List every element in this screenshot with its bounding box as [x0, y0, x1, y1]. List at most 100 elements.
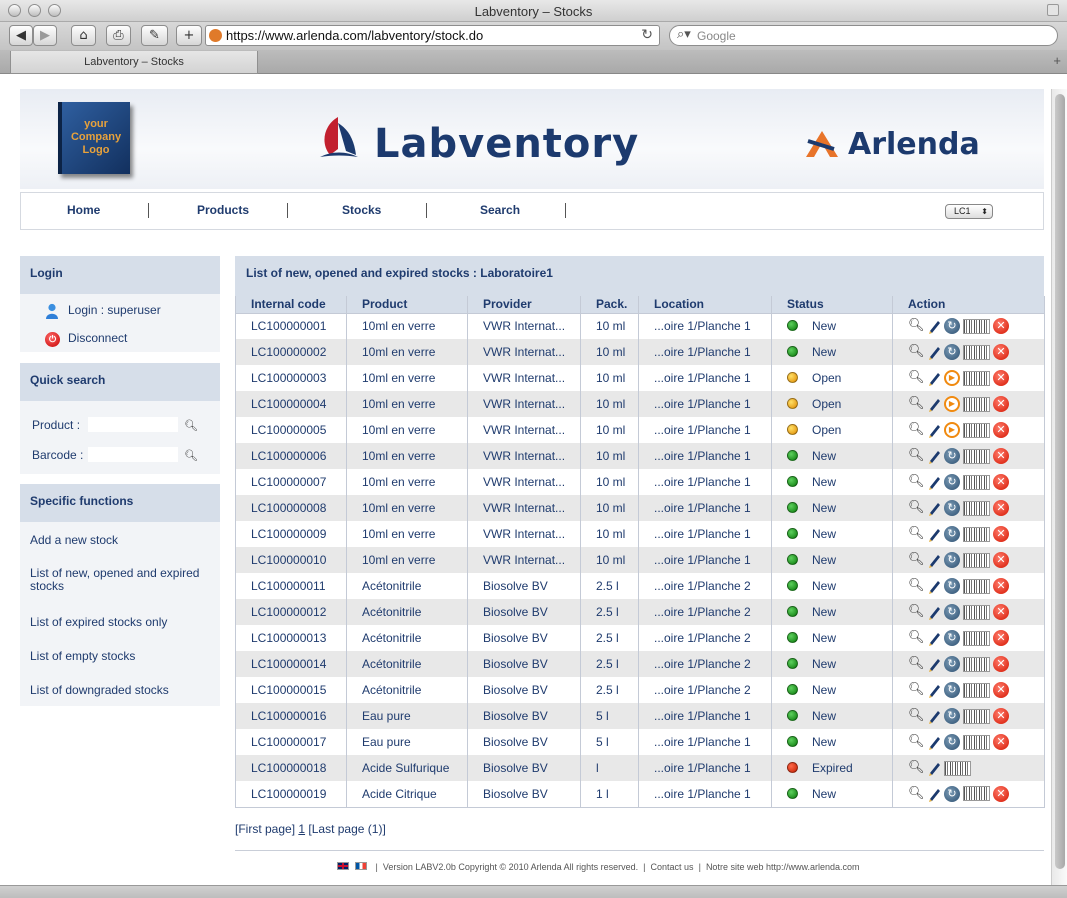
- new-tab-icon[interactable]: +: [1053, 53, 1061, 68]
- delete-icon[interactable]: ✕: [993, 370, 1009, 386]
- barcode-icon[interactable]: [963, 474, 990, 490]
- cell-location[interactable]: ...oire 1/Planche 1: [638, 521, 772, 547]
- cell-product[interactable]: Eau pure: [346, 703, 468, 729]
- add-stock-link[interactable]: Add a new stock: [30, 533, 118, 547]
- edit-icon[interactable]: [927, 734, 941, 750]
- add-bookmark-button[interactable]: +: [176, 25, 202, 46]
- cell-product[interactable]: 10ml en verre: [346, 521, 468, 547]
- cell-location[interactable]: ...oire 1/Planche 1: [638, 729, 772, 755]
- delete-icon[interactable]: ✕: [993, 526, 1009, 542]
- barcode-icon[interactable]: [963, 656, 990, 672]
- refresh-stock-icon[interactable]: ↻: [944, 604, 960, 620]
- delete-icon[interactable]: ✕: [993, 734, 1009, 750]
- cell-product[interactable]: 10ml en verre: [346, 313, 468, 339]
- barcode-icon[interactable]: [963, 786, 990, 802]
- list-empty-link[interactable]: List of empty stocks: [30, 649, 135, 663]
- cell-internal-code[interactable]: LC100000006: [235, 443, 347, 469]
- cell-internal-code[interactable]: LC100000002: [235, 339, 347, 365]
- view-magnifier-icon[interactable]: 🔍︎: [908, 448, 925, 464]
- cell-product[interactable]: 10ml en verre: [346, 417, 468, 443]
- cell-provider[interactable]: Biosolve BV: [467, 703, 581, 729]
- cell-location[interactable]: ...oire 1/Planche 2: [638, 677, 772, 703]
- column-header[interactable]: Internal code: [235, 296, 347, 314]
- cell-provider[interactable]: VWR Internat...: [467, 495, 581, 521]
- cell-provider[interactable]: VWR Internat...: [467, 443, 581, 469]
- english-flag-icon[interactable]: [337, 862, 349, 870]
- view-magnifier-icon[interactable]: 🔍︎: [908, 396, 925, 412]
- cell-location[interactable]: ...oire 1/Planche 1: [638, 703, 772, 729]
- address-bar[interactable]: https://www.arlenda.com/labventory/stock…: [205, 25, 660, 46]
- refresh-stock-icon[interactable]: ↻: [944, 785, 960, 802]
- cell-provider[interactable]: Biosolve BV: [467, 677, 581, 703]
- refresh-stock-icon[interactable]: ↻: [944, 682, 960, 698]
- cell-product[interactable]: 10ml en verre: [346, 547, 468, 573]
- cell-location[interactable]: ...oire 1/Planche 1: [638, 781, 772, 808]
- column-header[interactable]: Status: [771, 296, 893, 314]
- cell-provider[interactable]: Biosolve BV: [467, 573, 581, 599]
- cell-product[interactable]: 10ml en verre: [346, 443, 468, 469]
- nav-search[interactable]: Search: [480, 203, 520, 217]
- edit-icon[interactable]: [927, 656, 941, 672]
- cell-internal-code[interactable]: LC100000007: [235, 469, 347, 495]
- edit-icon[interactable]: [927, 448, 941, 464]
- edit-icon[interactable]: [927, 578, 941, 594]
- delete-icon[interactable]: ✕: [993, 396, 1009, 412]
- delete-icon[interactable]: ✕: [993, 785, 1009, 802]
- forward-button[interactable]: ▶: [33, 25, 57, 46]
- refresh-stock-icon[interactable]: ↻: [944, 448, 960, 464]
- view-magnifier-icon[interactable]: 🔍︎: [908, 526, 925, 542]
- laboratory-select[interactable]: LC1 ⬍: [945, 204, 993, 219]
- refresh-stock-icon[interactable]: ↻: [944, 474, 960, 490]
- cell-internal-code[interactable]: LC100000010: [235, 547, 347, 573]
- power-icon[interactable]: ⏻: [45, 332, 60, 347]
- cell-internal-code[interactable]: LC100000012: [235, 599, 347, 625]
- first-page-link[interactable]: [First page]: [235, 822, 295, 836]
- delete-icon[interactable]: ✕: [993, 422, 1009, 438]
- refresh-stock-icon[interactable]: ↻: [944, 526, 960, 542]
- cell-internal-code[interactable]: LC100000003: [235, 365, 347, 391]
- vertical-scrollbar[interactable]: [1051, 89, 1067, 885]
- view-magnifier-icon[interactable]: 🔍︎: [908, 708, 925, 724]
- barcode-icon[interactable]: [963, 578, 990, 594]
- delete-icon[interactable]: ✕: [993, 604, 1009, 620]
- edit-icon[interactable]: [927, 344, 941, 360]
- cell-product[interactable]: Acide Citrique: [346, 781, 468, 808]
- edit-icon[interactable]: [927, 552, 941, 568]
- cell-provider[interactable]: Biosolve BV: [467, 651, 581, 677]
- cell-product[interactable]: 10ml en verre: [346, 495, 468, 521]
- edit-icon[interactable]: [927, 318, 941, 335]
- cell-location[interactable]: ...oire 1/Planche 1: [638, 469, 772, 495]
- view-magnifier-icon[interactable]: 🔍︎: [908, 656, 925, 672]
- barcode-icon[interactable]: [963, 526, 990, 542]
- disconnect-link[interactable]: Disconnect: [68, 331, 127, 345]
- cell-product[interactable]: 10ml en verre: [346, 391, 468, 417]
- refresh-stock-icon[interactable]: ↻: [944, 578, 960, 594]
- barcode-icon[interactable]: [963, 422, 990, 438]
- cell-location[interactable]: ...oire 1/Planche 2: [638, 599, 772, 625]
- refresh-stock-icon[interactable]: ↻: [944, 318, 960, 335]
- cell-provider[interactable]: Biosolve BV: [467, 729, 581, 755]
- cell-provider[interactable]: VWR Internat...: [467, 313, 581, 339]
- cell-location[interactable]: ...oire 1/Planche 2: [638, 573, 772, 599]
- delete-icon[interactable]: ✕: [993, 552, 1009, 568]
- cell-product[interactable]: Acétonitrile: [346, 625, 468, 651]
- cell-internal-code[interactable]: LC100000004: [235, 391, 347, 417]
- cell-provider[interactable]: VWR Internat...: [467, 365, 581, 391]
- reload-icon[interactable]: ↻: [641, 27, 653, 43]
- cell-internal-code[interactable]: LC100000008: [235, 495, 347, 521]
- scrollbar-thumb[interactable]: [1055, 94, 1065, 869]
- browser-tab[interactable]: Labventory – Stocks: [10, 51, 258, 74]
- cell-location[interactable]: ...oire 1/Planche 1: [638, 443, 772, 469]
- cell-product[interactable]: Eau pure: [346, 729, 468, 755]
- barcode-icon[interactable]: [963, 708, 990, 724]
- cell-product[interactable]: Acétonitrile: [346, 573, 468, 599]
- delete-icon[interactable]: ✕: [993, 448, 1009, 464]
- refresh-stock-icon[interactable]: ↻: [944, 344, 960, 360]
- cell-internal-code[interactable]: LC100000005: [235, 417, 347, 443]
- edit-icon[interactable]: [927, 396, 941, 412]
- refresh-stock-icon[interactable]: ↻: [944, 500, 960, 516]
- refresh-stock-icon[interactable]: ↻: [944, 734, 960, 750]
- edit-icon[interactable]: [927, 604, 941, 620]
- cell-provider[interactable]: VWR Internat...: [467, 339, 581, 365]
- edit-icon[interactable]: [927, 500, 941, 516]
